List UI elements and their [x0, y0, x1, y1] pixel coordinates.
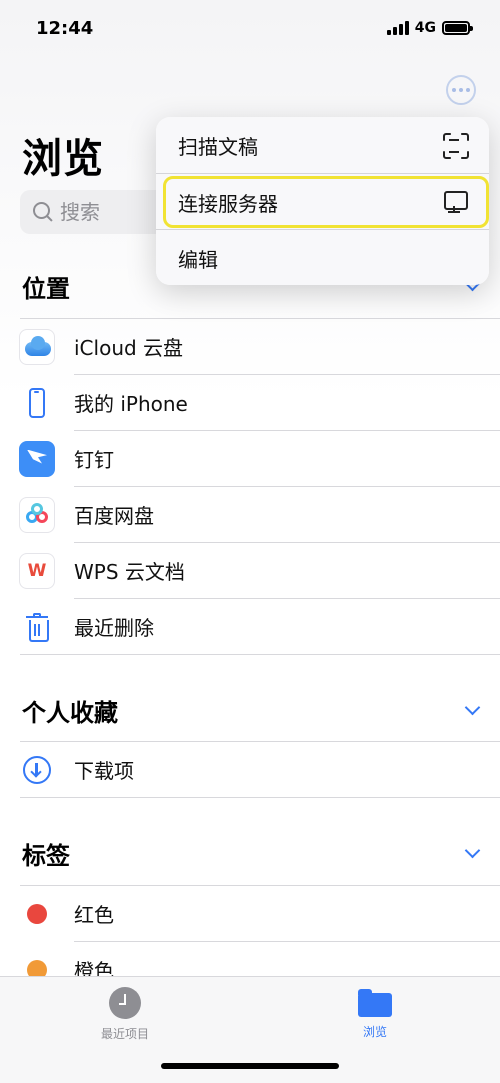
page-title: 浏览	[22, 136, 104, 182]
section-title: 标签	[22, 841, 70, 870]
more-options-button[interactable]	[446, 75, 476, 105]
section-title: 个人收藏	[22, 698, 118, 727]
tab-label: 最近项目	[100, 1027, 149, 1041]
section-header-tags[interactable]: 标签	[22, 833, 482, 873]
list-item-label: 百度网盘	[74, 504, 154, 528]
tag-item-red[interactable]: 红色	[0, 886, 500, 941]
download-icon	[23, 755, 51, 784]
files-browse-screen: 12:44 4G 浏览 位置 iCloud 云盘 我的 iPhone 钉钉	[0, 0, 500, 1083]
baidu-icon-wrap	[18, 496, 56, 534]
home-indicator[interactable]	[161, 1063, 339, 1069]
chevron-down-icon[interactable]	[464, 701, 482, 719]
section-header-favorites[interactable]: 个人收藏	[22, 690, 482, 730]
scan-document-icon	[443, 133, 467, 157]
trash-icon	[26, 612, 49, 642]
location-item-dingtalk[interactable]: 钉钉	[0, 431, 500, 486]
search-icon	[32, 201, 54, 223]
baidu-netdisk-icon	[19, 496, 55, 533]
ellipsis-icon	[452, 88, 456, 92]
location-item-baidu[interactable]: 百度网盘	[0, 487, 500, 542]
favorite-item-downloads[interactable]: 下载项	[0, 742, 500, 797]
divider	[20, 654, 500, 655]
list-item-label: iCloud 云盘	[74, 336, 184, 360]
menu-item-label: 扫描文稿	[178, 134, 258, 159]
download-icon-wrap	[18, 751, 56, 789]
list-item-label: 下载项	[74, 759, 134, 783]
location-item-icloud[interactable]: iCloud 云盘	[0, 319, 500, 374]
icloud-icon-wrap	[18, 328, 56, 366]
chevron-down-icon[interactable]	[464, 844, 482, 862]
server-icon	[443, 190, 468, 214]
iphone-icon	[29, 387, 45, 418]
ellipsis-dot	[459, 88, 463, 92]
network-type: 4G	[414, 20, 436, 36]
location-item-wps[interactable]: W WPS 云文档	[0, 543, 500, 598]
folder-icon	[358, 989, 392, 1017]
wps-icon-wrap: W	[18, 552, 56, 590]
list-item-label: 红色	[74, 903, 114, 927]
battery-icon	[442, 21, 473, 35]
location-item-recently-deleted[interactable]: 最近删除	[0, 599, 500, 654]
tab-browse[interactable]: 浏览	[295, 985, 455, 1045]
list-item-label: WPS 云文档	[74, 560, 185, 584]
status-bar: 12:44 4G	[0, 0, 500, 60]
wps-icon: W	[19, 552, 55, 589]
tab-recents[interactable]: 最近项目	[45, 985, 205, 1045]
trash-icon-wrap	[18, 608, 56, 646]
list-item-label: 钉钉	[74, 448, 114, 472]
section-title: 位置	[22, 274, 70, 303]
list-item-label: 最近删除	[74, 616, 154, 640]
clock-icon	[109, 987, 141, 1019]
status-time: 12:44	[36, 18, 94, 39]
red-tag-dot-icon	[27, 903, 47, 924]
divider	[20, 797, 500, 798]
dingtalk-icon-wrap	[18, 440, 56, 478]
status-indicators: 4G	[386, 20, 473, 36]
more-options-menu: 扫描文稿 连接服务器 编辑	[156, 117, 489, 285]
menu-item-label: 编辑	[178, 247, 218, 272]
menu-item-connect-server[interactable]: 连接服务器	[156, 174, 489, 230]
list-item-label: 我的 iPhone	[74, 392, 188, 416]
cellular-signal-icon	[386, 21, 409, 35]
icloud-icon	[19, 328, 55, 365]
menu-item-label: 连接服务器	[178, 191, 278, 216]
menu-item-edit[interactable]: 编辑	[156, 230, 489, 285]
ellipsis-dot	[466, 88, 470, 92]
tag-dot-wrap	[18, 895, 56, 933]
menu-item-scan-documents[interactable]: 扫描文稿	[156, 117, 489, 173]
dingtalk-icon	[19, 440, 55, 477]
tab-label: 浏览	[362, 1025, 387, 1039]
location-item-iphone[interactable]: 我的 iPhone	[0, 375, 500, 430]
iphone-icon-wrap	[18, 384, 56, 422]
